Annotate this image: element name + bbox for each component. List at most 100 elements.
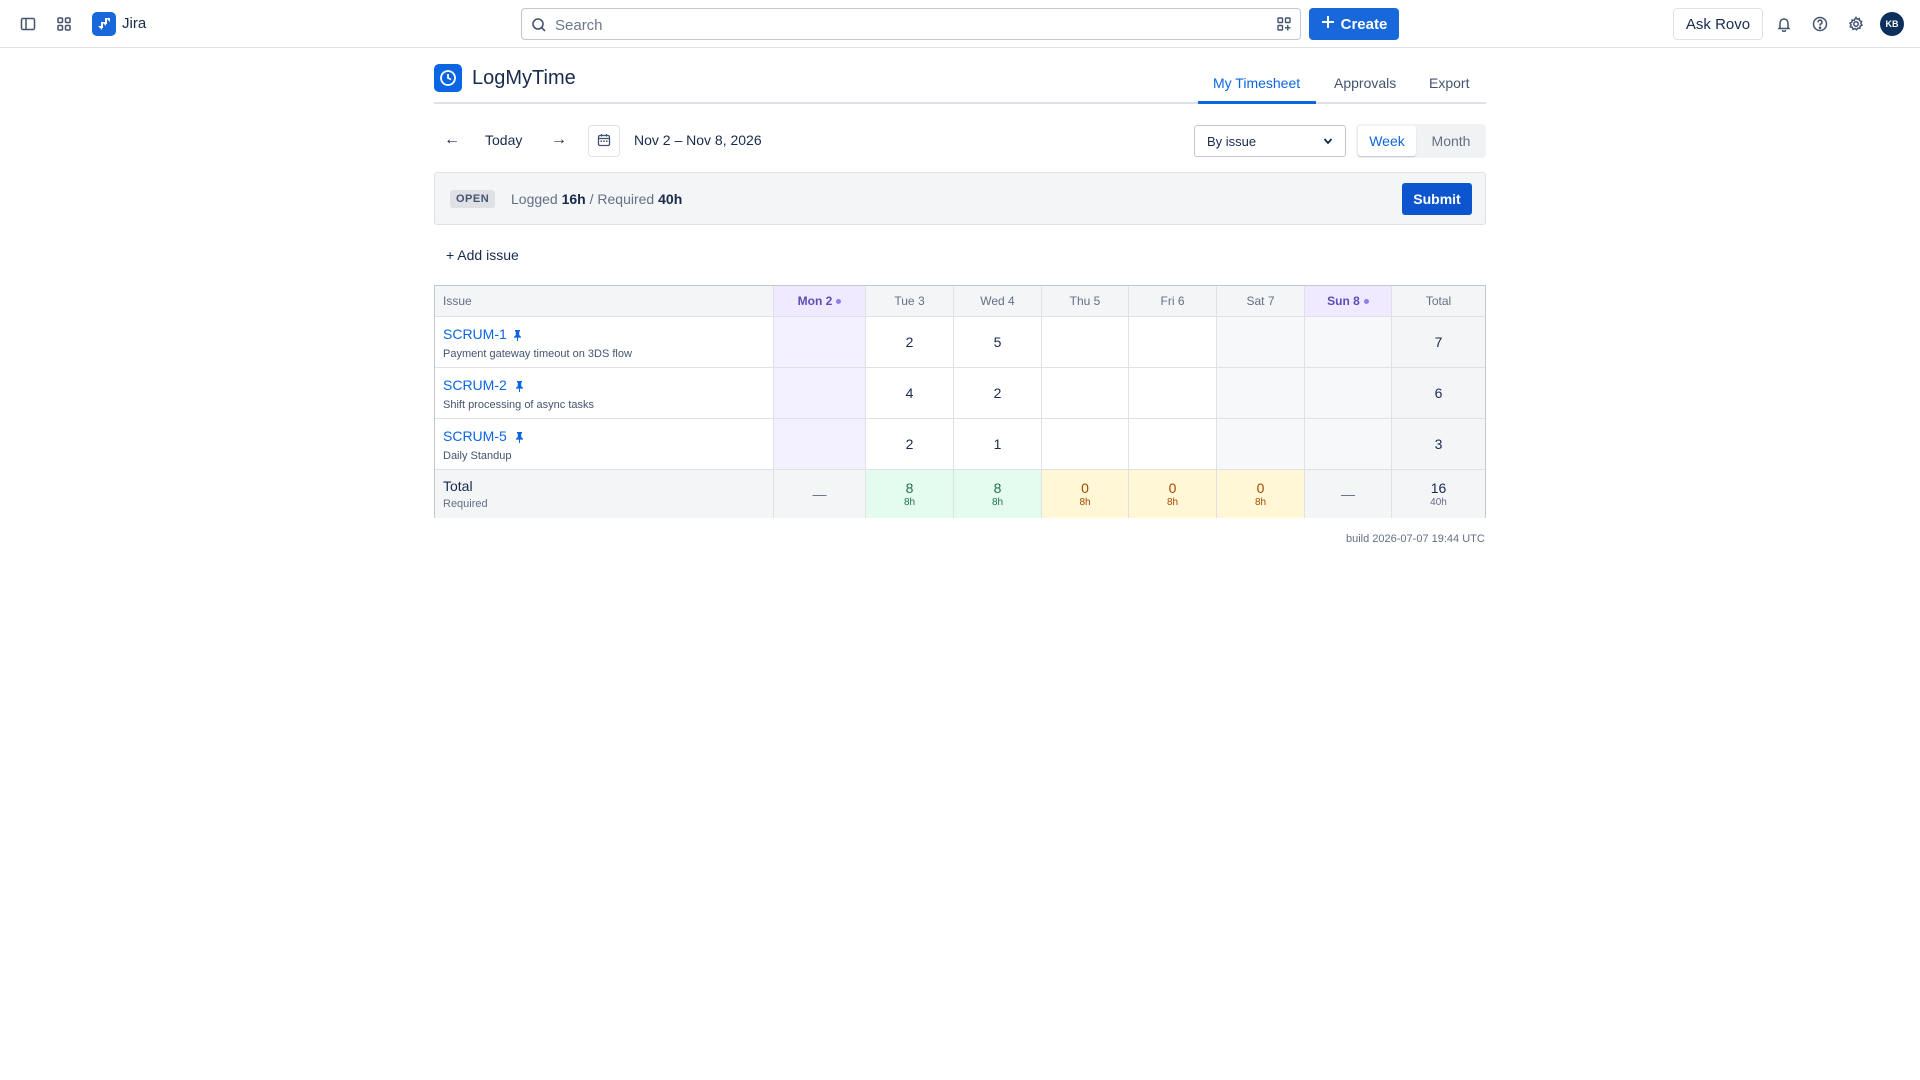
issue-summary: Shift processing of async tasks (443, 399, 595, 411)
today-marker-dot (1363, 298, 1369, 304)
user-avatar[interactable]: KB (1880, 12, 1904, 36)
day-total-cell: 0 8h (1129, 470, 1217, 518)
chevron-down-icon (1323, 134, 1333, 149)
day-total-value: 0 (1168, 480, 1177, 496)
active-tab-indicator (1198, 101, 1316, 104)
group-by-select[interactable]: By issue (1194, 125, 1346, 157)
day-total-cell: 8 8h (954, 470, 1042, 518)
issue-summary: Daily Standup (443, 450, 512, 462)
hours-cell[interactable]: 2 (954, 368, 1042, 419)
hours-cell[interactable] (1305, 368, 1392, 419)
required-label: Required (597, 191, 655, 207)
hours-cell[interactable]: 5 (954, 317, 1042, 368)
day-total-value: — (812, 486, 827, 502)
hours-cell[interactable] (1129, 368, 1217, 419)
add-issue-button[interactable]: + Add issue (446, 247, 519, 263)
submit-button[interactable]: Submit (1402, 183, 1472, 215)
settings-gear-icon[interactable] (1846, 14, 1866, 34)
grand-total-cell: 16 40h (1392, 470, 1485, 518)
day-total-cell: 8 8h (866, 470, 954, 518)
view-toggle: Week Month (1356, 124, 1486, 158)
hours-cell[interactable] (1217, 419, 1305, 470)
column-header-day: Sun 8 (1305, 286, 1392, 317)
issue-cell: SCRUM-5 Daily Standup (435, 419, 774, 470)
hours-cell[interactable] (1217, 368, 1305, 419)
create-button[interactable]: Create (1309, 8, 1399, 40)
day-label: Mon 2 (797, 294, 833, 308)
hours-cell[interactable] (774, 368, 866, 419)
view-month-button[interactable]: Month (1418, 126, 1484, 156)
summary-separator: / (589, 191, 594, 207)
next-week-button[interactable]: → (551, 131, 567, 149)
app-title: LogMyTime (472, 67, 576, 89)
totals-label-cell: Total Required (435, 470, 774, 518)
day-total-cell: 0 8h (1042, 470, 1129, 518)
help-icon[interactable] (1810, 14, 1830, 34)
hours-cell[interactable] (1305, 317, 1392, 368)
hours-cell[interactable] (774, 419, 866, 470)
column-header-day: Tue 3 (866, 286, 954, 317)
logmytime-clock-icon (434, 64, 462, 92)
top-navigation-bar: Jira Search Create Ask Rovo KB (0, 0, 1920, 48)
day-label: Thu 5 (1069, 294, 1101, 308)
day-total-cell: — (774, 470, 866, 518)
day-label: Tue 3 (894, 294, 925, 308)
notifications-bell-icon[interactable] (1774, 14, 1794, 34)
jira-logo-icon[interactable] (92, 12, 116, 36)
date-range-label: Nov 2 – Nov 8, 2026 (634, 132, 762, 148)
search-input[interactable]: Search (521, 8, 1301, 40)
product-name[interactable]: Jira (122, 15, 146, 32)
build-info: build 2026-07-07 19:44 UTC (1346, 533, 1485, 545)
filter-apps-icon[interactable] (1276, 16, 1292, 35)
logged-summary: Logged 16h / Required 40h (511, 191, 682, 207)
pin-icon[interactable] (513, 328, 522, 344)
column-header-day: Fri 6 (1129, 286, 1217, 317)
view-week-button[interactable]: Week (1358, 126, 1416, 156)
hours-cell[interactable]: 2 (866, 317, 954, 368)
hours-cell[interactable] (1042, 317, 1129, 368)
tab-approvals[interactable]: Approvals (1334, 75, 1396, 91)
day-total-cell: — (1305, 470, 1392, 518)
column-header-day: Thu 5 (1042, 286, 1129, 317)
column-header-issue: Issue (435, 286, 774, 317)
logged-value: 16h (561, 191, 586, 207)
hours-cell[interactable] (1305, 419, 1392, 470)
logged-label: Logged (511, 191, 558, 207)
issue-key-link[interactable]: SCRUM-2 (443, 377, 507, 393)
tab-my-timesheet[interactable]: My Timesheet (1213, 75, 1300, 91)
hours-cell[interactable] (1042, 368, 1129, 419)
issue-summary: Payment gateway timeout on 3DS flow (443, 348, 632, 360)
previous-week-button[interactable]: ← (444, 131, 460, 149)
issue-cell: SCRUM-2 Shift processing of async tasks (435, 368, 774, 419)
today-button[interactable]: Today (485, 132, 522, 148)
day-total-value: — (1341, 486, 1355, 502)
hours-cell[interactable] (1042, 419, 1129, 470)
hours-cell[interactable] (1129, 317, 1217, 368)
tabs-divider (434, 102, 1486, 104)
column-header-day: Wed 4 (954, 286, 1042, 317)
hours-cell[interactable]: 4 (866, 368, 954, 419)
pin-icon[interactable] (515, 430, 524, 446)
hours-cell[interactable]: 1 (954, 419, 1042, 470)
hours-cell[interactable]: 2 (866, 419, 954, 470)
day-required-value: 8h (1254, 497, 1267, 508)
hours-cell[interactable] (1217, 317, 1305, 368)
app-switcher-icon[interactable] (54, 14, 74, 34)
hours-cell[interactable] (1129, 419, 1217, 470)
issue-key-link[interactable]: SCRUM-1 (443, 326, 507, 342)
day-total-value: 0 (1081, 480, 1089, 496)
today-marker-dot (836, 298, 842, 304)
issue-cell: SCRUM-1 Payment gateway timeout on 3DS fl… (435, 317, 774, 368)
timesheet-table: Issue Mon 2 Tue 3 Wed 4 Thu 5 Fri 6 Sat 7 Sun 8… (434, 285, 1486, 518)
ask-rovo-button[interactable]: Ask Rovo (1673, 8, 1763, 40)
calendar-picker-button[interactable] (588, 125, 620, 157)
tab-export[interactable]: Export (1429, 75, 1469, 91)
issue-key-link[interactable]: SCRUM-5 (443, 428, 507, 444)
hours-cell[interactable] (774, 317, 866, 368)
row-total-cell: 6 (1392, 368, 1485, 419)
search-placeholder: Search (555, 17, 603, 34)
day-total-value: 8 (905, 480, 914, 496)
pin-icon[interactable] (515, 379, 524, 395)
day-required-value: 8h (991, 497, 1004, 508)
sidebar-toggle-icon[interactable] (18, 14, 38, 34)
